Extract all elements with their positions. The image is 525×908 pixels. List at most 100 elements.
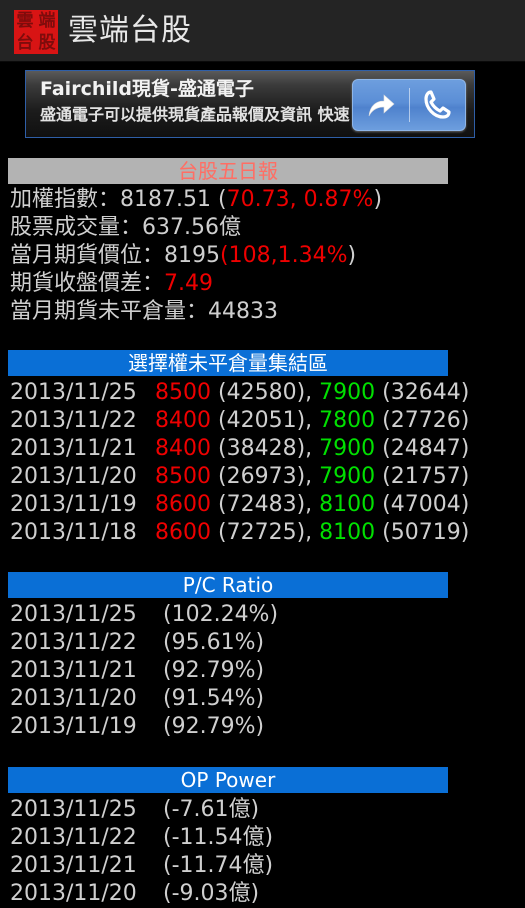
op-power-value: (-11.74億) bbox=[163, 853, 274, 878]
stat-label-basis: 期貨收盤價差： bbox=[10, 271, 165, 296]
stat-sep-index: , bbox=[289, 187, 304, 212]
table-row: 2013/11/20 (91.54%) bbox=[0, 685, 525, 713]
ad-share-button[interactable] bbox=[353, 80, 409, 130]
ad-banner[interactable]: Fairchild現貨-盛通電子 盛通電子可以提供現貨產品報價及資訊 快速 bbox=[25, 70, 475, 138]
phone-icon bbox=[423, 90, 451, 120]
row-values: 8600 (72725), 8100 (50719) bbox=[155, 519, 469, 547]
table-row: 2013/11/21 (-11.74億) bbox=[0, 852, 525, 880]
call-oi: (38428) bbox=[218, 436, 306, 461]
paren-open-index: ( bbox=[217, 187, 227, 212]
row-sep: , bbox=[305, 520, 320, 545]
ad-title: Fairchild現貨-盛通電子 bbox=[40, 78, 254, 100]
row-sep: , bbox=[305, 464, 320, 489]
row-date: 2013/11/25 bbox=[10, 797, 137, 822]
row-date: 2013/11/22 bbox=[10, 630, 137, 655]
section-header-open-interest: 選擇權未平倉量集結區 bbox=[8, 350, 448, 376]
table-row: 2013/11/21 (92.79%) bbox=[0, 657, 525, 685]
logo-char-3: 台 bbox=[16, 32, 34, 53]
table-row: 2013/11/22 8400 (42051), 7800 (27726) bbox=[0, 407, 525, 435]
table-row: 2013/11/20 (-9.03億) bbox=[0, 880, 525, 908]
stat-row-basis: 期貨收盤價差：7.49 bbox=[10, 271, 213, 297]
pc-ratio-value: (102.24%) bbox=[163, 602, 279, 627]
call-strike: 8600 bbox=[155, 520, 211, 545]
ad-action-group bbox=[352, 79, 466, 131]
put-strike: 8100 bbox=[319, 520, 376, 545]
table-row: 2013/11/22 (-11.54億) bbox=[0, 824, 525, 852]
row-sep: , bbox=[305, 492, 320, 517]
row-date: 2013/11/19 bbox=[10, 492, 137, 517]
row-date: 2013/11/18 bbox=[10, 520, 137, 545]
put-oi: (50719) bbox=[382, 520, 470, 545]
stat-value-futures-price: 8195 bbox=[164, 243, 221, 268]
table-row: 2013/11/21 8400 (38428), 7900 (24847) bbox=[0, 435, 525, 463]
row-date: 2013/11/22 bbox=[10, 408, 137, 433]
op-power-value: (-7.61億) bbox=[163, 797, 260, 822]
table-row: 2013/11/19 (92.79%) bbox=[0, 713, 525, 741]
section-header-summary: 台股五日報 bbox=[8, 158, 448, 184]
row-date: 2013/11/20 bbox=[10, 881, 137, 906]
stat-value-volume: 637.56億 bbox=[142, 215, 241, 240]
call-oi: (72725) bbox=[218, 520, 306, 545]
row-date: 2013/11/21 bbox=[10, 853, 137, 878]
row-date: 2013/11/21 bbox=[10, 658, 137, 683]
pc-ratio-value: (91.54%) bbox=[163, 686, 265, 711]
call-oi: (72483) bbox=[218, 492, 306, 517]
call-strike: 8400 bbox=[155, 408, 211, 433]
call-oi: (26973) bbox=[218, 464, 306, 489]
call-strike: 8500 bbox=[155, 464, 211, 489]
stat-change-pct-futures: 1.34% bbox=[277, 243, 348, 268]
row-date: 2013/11/25 bbox=[10, 380, 137, 405]
stat-change-pct-index: 0.87% bbox=[303, 187, 374, 212]
put-oi: (47004) bbox=[382, 492, 470, 517]
row-date: 2013/11/25 bbox=[10, 602, 137, 627]
table-row: 2013/11/22 (95.61%) bbox=[0, 629, 525, 657]
logo-char-4: 股 bbox=[38, 32, 56, 53]
call-oi: (42051) bbox=[218, 408, 306, 433]
table-row: 2013/11/25 (-7.61億) bbox=[0, 796, 525, 824]
row-values: 8600 (72483), 8100 (47004) bbox=[155, 491, 469, 519]
row-sep: , bbox=[305, 408, 320, 433]
logo-char-2: 端 bbox=[38, 10, 56, 31]
table-row: 2013/11/25 8500 (42580), 7900 (32644) bbox=[0, 379, 525, 407]
table-row: 2013/11/18 8600 (72725), 8100 (50719) bbox=[0, 519, 525, 547]
call-strike: 8600 bbox=[155, 492, 211, 517]
row-values: 8400 (38428), 7900 (24847) bbox=[155, 435, 469, 463]
ad-call-button[interactable] bbox=[409, 80, 465, 130]
stat-change-futures: 108 bbox=[228, 243, 271, 268]
stat-change-index: 70.73 bbox=[226, 187, 290, 212]
put-oi: (24847) bbox=[382, 436, 470, 461]
stat-label-futures-price: 當月期貨價位： bbox=[10, 243, 165, 268]
put-strike: 7800 bbox=[319, 408, 376, 433]
op-power-value: (-9.03億) bbox=[163, 881, 260, 906]
put-strike: 8100 bbox=[319, 492, 376, 517]
stat-value-index: 8187.51 bbox=[120, 187, 218, 212]
pc-ratio-value: (92.79%) bbox=[163, 658, 265, 683]
stat-row-open-interest: 當月期貨未平倉量：44833 bbox=[10, 299, 278, 325]
share-arrow-icon bbox=[366, 91, 396, 119]
paren-close-futures: ) bbox=[347, 243, 357, 268]
paren-close-index: ) bbox=[373, 187, 383, 212]
table-row: 2013/11/19 8600 (72483), 8100 (47004) bbox=[0, 491, 525, 519]
row-sep: , bbox=[305, 436, 320, 461]
op-power-value: (-11.54億) bbox=[163, 825, 274, 850]
row-sep: , bbox=[305, 380, 320, 405]
stat-label-index: 加權指數： bbox=[10, 187, 121, 212]
stat-label-open-interest: 當月期貨未平倉量： bbox=[10, 299, 209, 324]
stat-sep-futures: , bbox=[270, 243, 278, 268]
pc-ratio-value: (92.79%) bbox=[163, 714, 265, 739]
row-values: 8500 (26973), 7900 (21757) bbox=[155, 463, 469, 491]
row-date: 2013/11/22 bbox=[10, 825, 137, 850]
put-oi: (32644) bbox=[382, 380, 470, 405]
stat-row-futures-price: 當月期貨價位：8195(108,1.34%) bbox=[10, 243, 356, 269]
row-date: 2013/11/21 bbox=[10, 436, 137, 461]
row-date: 2013/11/20 bbox=[10, 464, 137, 489]
row-date: 2013/11/20 bbox=[10, 686, 137, 711]
put-strike: 7900 bbox=[319, 464, 376, 489]
paren-open-futures: ( bbox=[220, 243, 229, 268]
logo-char-1: 雲 bbox=[16, 10, 34, 31]
page-title: 雲端台股 bbox=[68, 13, 192, 48]
section-header-pc-ratio: P/C Ratio bbox=[8, 572, 448, 598]
stat-value-basis: 7.49 bbox=[164, 271, 213, 296]
put-strike: 7900 bbox=[319, 436, 376, 461]
stat-label-volume: 股票成交量： bbox=[10, 215, 143, 240]
